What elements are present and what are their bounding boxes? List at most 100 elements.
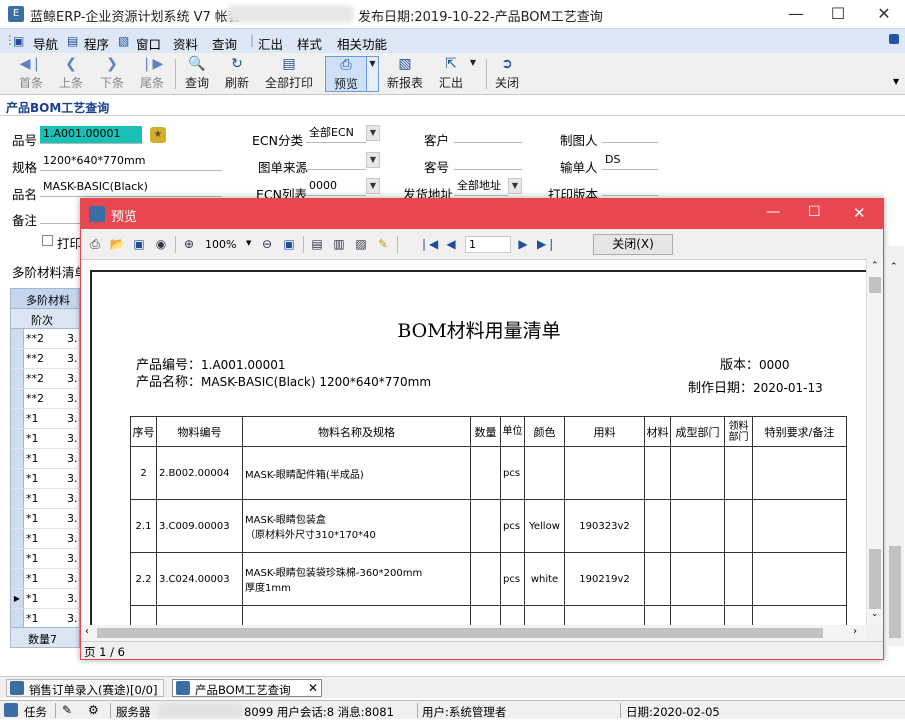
ecn-class-dropdown[interactable]: ▼ [366,125,380,141]
book-icon[interactable]: ▨ [353,236,369,252]
print-icon[interactable]: ⎙ [87,236,103,252]
prev-page-icon[interactable]: ◀ [443,236,459,252]
preview-close-button[interactable]: 关闭(X) [593,234,673,255]
next-page-icon[interactable]: ▶ [515,236,531,252]
first-page-icon[interactable]: ❘◀ [419,236,438,252]
menu-window[interactable]: 窗口 [136,34,161,53]
toolbar-overflow-icon[interactable]: ▼ [893,77,899,86]
open-icon[interactable]: 📂 [109,236,125,252]
grid-row[interactable]: *1 3. [11,549,81,569]
new-report-button[interactable]: ▧ 新报表 [385,56,425,92]
preview-maximize-icon[interactable]: ☐ [808,204,821,220]
print-all-button[interactable]: ▤ 全部打印 [262,56,316,92]
tab-close-icon[interactable]: ✕ [308,681,318,695]
grid-row[interactable]: *1 3. [11,529,81,549]
grid-row-header[interactable] [11,429,24,448]
drawing-source-dropdown[interactable]: ▼ [366,152,380,168]
single-page-icon[interactable]: ▤ [309,236,325,252]
preview-vertical-scrollbar[interactable]: ⌃ ⌄ [866,259,883,625]
prev-button[interactable]: ❮ 上条 [56,56,86,92]
query-button[interactable]: 🔍 查询 [182,56,212,92]
scroll-left-icon[interactable]: ‹ [85,626,89,637]
scroll-thumb[interactable] [869,549,881,609]
grid-row-header[interactable] [11,349,24,368]
drafter-field[interactable] [602,125,658,143]
main-vertical-scrollbar[interactable]: ⌃ [886,246,904,646]
grid-row[interactable]: *1 3. [11,509,81,529]
ecn-list-dropdown[interactable]: ▼ [366,178,380,194]
grid-row[interactable]: *1 3. [11,409,81,429]
grid-row-header[interactable] [11,449,24,468]
zoom-out-icon[interactable]: ⊖ [259,236,275,252]
preview-minimize-icon[interactable]: — [766,204,780,220]
settings-icon[interactable]: ⚙ [88,703,99,717]
grid-row-header[interactable] [11,329,24,348]
menu-program[interactable]: 程序 [84,34,109,53]
grid-row-header[interactable] [11,549,24,568]
ship-addr-dropdown[interactable]: ▼ [508,178,522,194]
first-button[interactable]: ◀❘ 首条 [16,56,46,92]
scroll-up-icon[interactable]: ⌃ [890,262,898,272]
scroll-up-icon[interactable]: ⌃ [871,261,879,271]
export-button[interactable]: ⇱ 汇出 [436,56,466,92]
main-scroll-thumb[interactable] [889,546,901,638]
minimize-icon[interactable]: — [786,4,806,24]
preview-canvas[interactable]: BOM材料用量清单 产品编号：1.A001.00001 产品名称：MASK-BA… [81,259,866,626]
grid-row-header[interactable] [11,489,24,508]
customer-no-field[interactable] [454,152,522,170]
preview-dropdown[interactable]: ▼ [367,56,379,92]
grid-row[interactable]: *1 3. [11,429,81,449]
grid-row-header[interactable] [11,469,24,488]
grid-row[interactable]: **2 3. [11,389,81,409]
last-button[interactable]: ❘▶ 尾条 [137,56,167,92]
part-no-field[interactable]: 1.A001.00001 [40,126,142,144]
page-input[interactable]: 1 [465,236,511,253]
preview-button[interactable]: ⎙ 预览 [325,56,367,92]
scroll-thumb-top[interactable] [869,277,881,293]
hscroll-thumb[interactable] [97,628,823,638]
grid-row[interactable]: ▶ *1 3. [11,589,81,609]
multi-page-icon[interactable]: ▥ [331,236,347,252]
zoom-select[interactable]: 100% [205,238,236,251]
grid-row[interactable]: **2 3. [11,369,81,389]
menu-style[interactable]: 样式 [297,34,322,53]
close-button[interactable]: ➲ 关闭 [492,56,522,92]
print-checkbox[interactable] [42,235,53,246]
remark-field[interactable] [40,206,80,224]
find-icon[interactable]: ◉ [153,236,169,252]
tab-sales-order[interactable]: 销售订单录入(赛途)[0/0] [6,679,164,697]
grid-row[interactable]: **2 3. [11,349,81,369]
scroll-right-icon[interactable]: › [853,626,857,637]
grid-row-header[interactable] [11,409,24,428]
maximize-icon[interactable]: ☐ [828,4,848,24]
status-tasks[interactable]: 任务 [24,704,47,720]
lookup-icon[interactable]: ★ [150,127,166,143]
menu-query[interactable]: 查询 [212,34,237,53]
grid-row[interactable]: *1 3. [11,489,81,509]
last-page-icon[interactable]: ▶❘ [537,236,556,252]
grid-row[interactable]: *1 3. [11,449,81,469]
refresh-button[interactable]: ↻ 刷新 [222,56,252,92]
grid-row[interactable]: **2 3. [11,329,81,349]
grid-row-header[interactable] [11,369,24,388]
save-icon[interactable]: ▣ [131,236,147,252]
grid-row[interactable]: *1 3. [11,609,81,629]
edit-icon[interactable]: ✎ [62,703,72,717]
fit-page-icon[interactable]: ▣ [281,236,297,252]
grid-row[interactable]: *1 3. [11,569,81,589]
grid-row-header[interactable] [11,389,24,408]
grid-row-header[interactable]: ▶ [11,589,24,608]
menu-data[interactable]: 资料 [173,34,198,53]
customer-field[interactable] [454,125,522,143]
edit-icon[interactable]: ✎ [375,236,391,252]
scroll-down-icon[interactable]: ⌄ [871,609,879,619]
multi-level-grid[interactable]: 多阶材料 阶次 **2 3. **2 3. **2 3. **2 3. *1 3. *1 3. *1 3.… [10,288,81,648]
grid-row-header[interactable] [11,529,24,548]
export-dropdown[interactable]: ▼ [468,56,478,92]
ship-addr-field[interactable]: 全部地址 [454,178,508,196]
grid-row[interactable]: *1 3. [11,469,81,489]
input-by-field[interactable]: DS [602,152,658,170]
ecn-class-field[interactable]: 全部ECN [306,125,366,143]
chevron-down-icon[interactable]: ▼ [246,239,251,247]
next-button[interactable]: ❯ 下条 [97,56,127,92]
